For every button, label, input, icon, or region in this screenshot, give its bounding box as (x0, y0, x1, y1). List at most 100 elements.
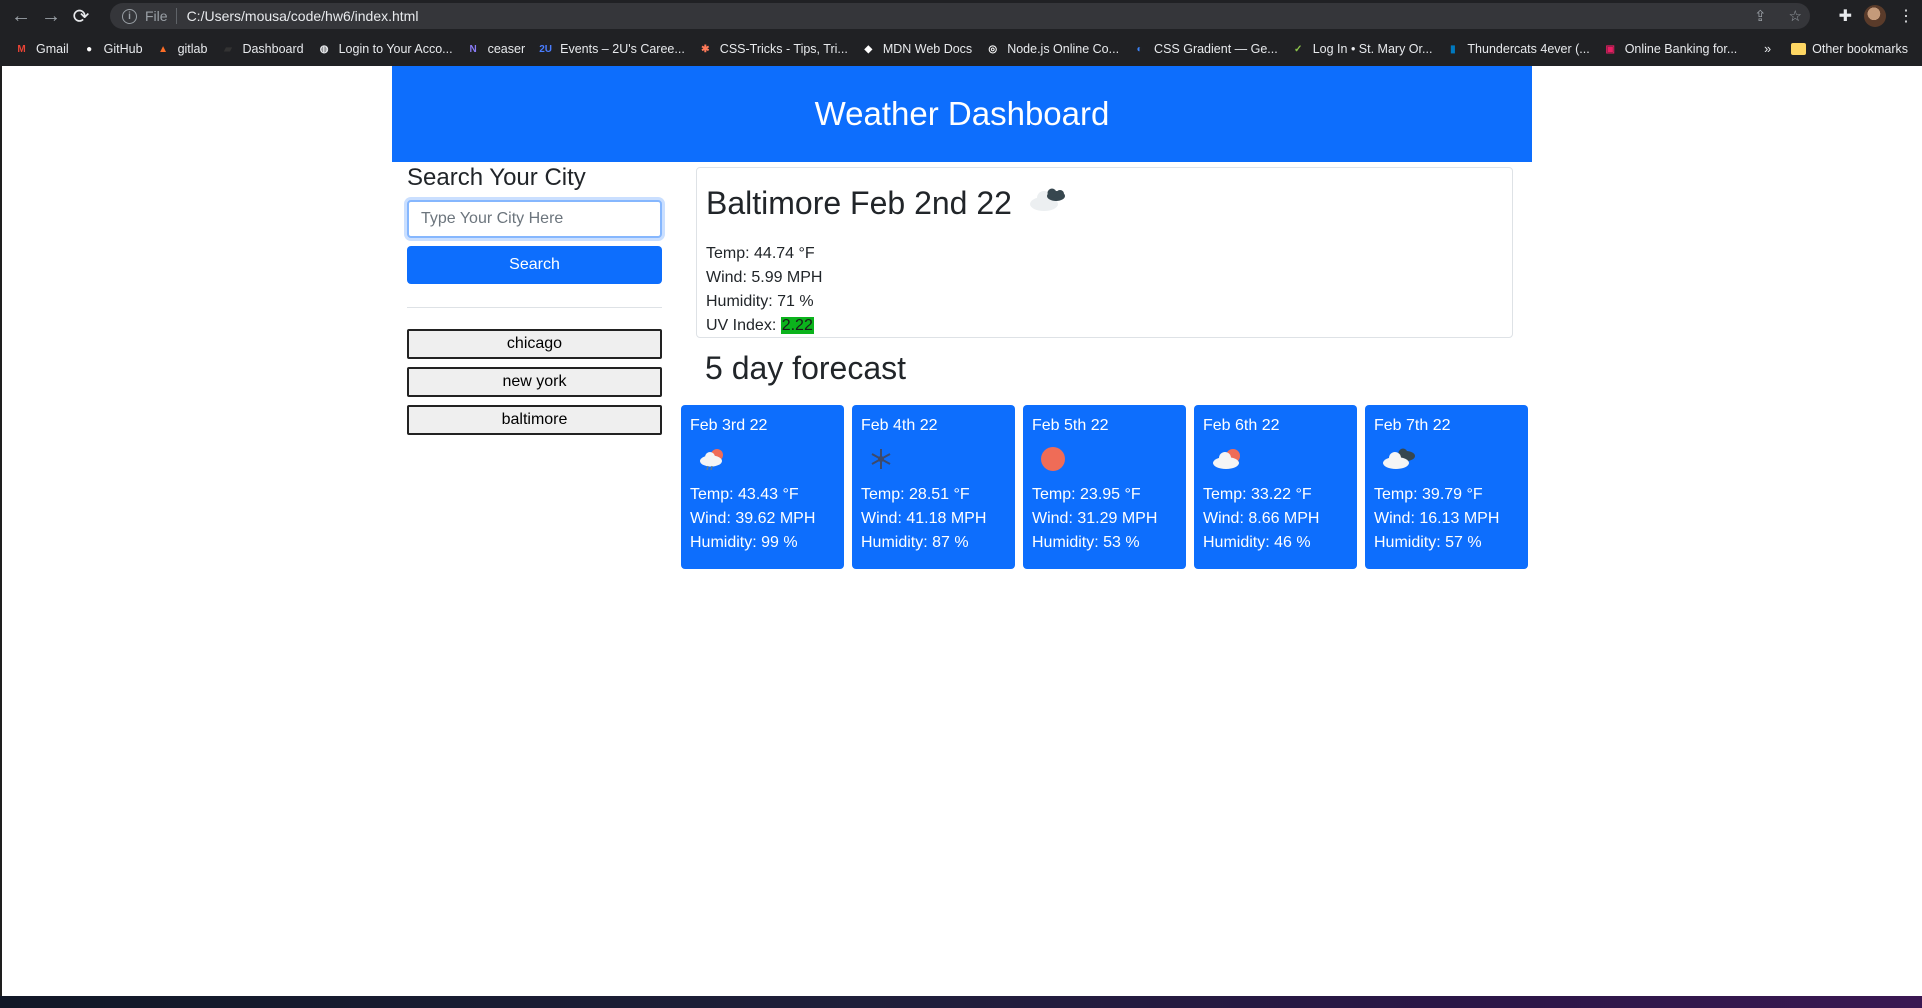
bookmark-label: Online Banking for... (1624, 42, 1738, 56)
bookmark-label: CSS Gradient — Ge... (1154, 42, 1278, 56)
forecast-date: Feb 7th 22 (1374, 417, 1451, 434)
forecast-date: Feb 4th 22 (861, 417, 938, 434)
forecast-date: Feb 5th 22 (1032, 417, 1109, 434)
url-text[interactable]: C:/Users/mousa/code/hw6/index.html (187, 8, 419, 24)
n-logo-icon: N (469, 43, 477, 55)
bookmark-item[interactable]: ▰ Dashboard (220, 42, 304, 57)
bookmark-label: GitHub (103, 42, 143, 56)
css-tricks-icon: ✱ (701, 43, 710, 55)
city-search-input[interactable] (407, 200, 662, 238)
forecast-humidity: Humidity: 53 % (1032, 534, 1140, 551)
bookmark-item[interactable]: ● GitHub (82, 42, 143, 57)
more-bookmarks-button[interactable]: » (1764, 42, 1771, 56)
share-icon[interactable]: ⇪ (1754, 7, 1767, 25)
dashboard-header: Weather Dashboard (392, 66, 1532, 162)
bookmark-item[interactable]: ◆ MDN Web Docs (861, 42, 972, 57)
history-city-button[interactable]: chicago (407, 329, 662, 359)
other-bookmarks-folder[interactable]: Other bookmarks (1791, 42, 1908, 56)
current-temp: Temp: 44.74 °F (706, 245, 815, 262)
node-icon: ◎ (988, 43, 998, 55)
sun-icon (1032, 439, 1177, 479)
omnibox-actions: ⇪ ☆ (1754, 0, 1802, 32)
forecast-card: Feb 3rd 22 Temp: 43.43 °F Wind: 39.62 MPH H… (681, 405, 844, 569)
bookmark-item[interactable]: ▣ Online Banking for... (1603, 42, 1738, 57)
forecast-stats: Temp: 28.51 °F Wind: 41.18 MPH Humidity: 8… (861, 483, 1006, 555)
address-bar[interactable]: i File C:/Users/mousa/code/hw6/index.htm… (110, 3, 1810, 29)
forward-icon[interactable]: → (36, 1, 66, 31)
bookmark-label: Gmail (36, 42, 69, 56)
back-icon[interactable]: ← (6, 1, 36, 31)
extensions-icon[interactable]: ✚ (1839, 6, 1852, 26)
folder-icon (1791, 43, 1807, 55)
forecast-date: Feb 6th 22 (1203, 417, 1280, 434)
forecast-wind: Wind: 8.66 MPH (1203, 510, 1320, 527)
bookmark-label: ceaser (487, 42, 526, 56)
forecast-wind: Wind: 39.62 MPH (690, 510, 816, 527)
current-wind: Wind: 5.99 MPH (706, 269, 823, 286)
forecast-wind: Wind: 41.18 MPH (861, 510, 987, 527)
page-border (0, 66, 2, 996)
bookmark-label: Log In • St. Mary Or... (1312, 42, 1433, 56)
search-button[interactable]: Search (407, 246, 662, 284)
bank-icon: ▣ (1605, 43, 1615, 55)
mdn-icon: ◆ (864, 43, 873, 55)
profile-avatar[interactable] (1864, 5, 1886, 27)
current-uv-row: UV Index: 2.22 (706, 314, 1503, 338)
gradient-icon: ◐ (1136, 43, 1143, 55)
current-humidity: Humidity: 71 % (706, 293, 814, 310)
browser-toolbar: ← → ⟳ i File C:/Users/mousa/code/hw6/ind… (0, 0, 1922, 32)
bookmark-label: Node.js Online Co... (1007, 42, 1120, 56)
bookmark-item[interactable]: Nceaser (466, 42, 526, 57)
gmail-icon: M (17, 43, 26, 55)
history-city-button[interactable]: new york (407, 367, 662, 397)
forecast-row: Feb 3rd 22 Temp: 43.43 °F Wind: 39.62 MPH H… (681, 405, 1528, 569)
forecast-card: Feb 4th 22 Temp: 28.51 °F Wind: 41.18 MPH H… (852, 405, 1015, 569)
history-city-button[interactable]: baltimore (407, 405, 662, 435)
forecast-card: Feb 5th 22 Temp: 23.95 °F Wind: 31.29 MPH H… (1023, 405, 1186, 569)
forecast-wind: Wind: 31.29 MPH (1032, 510, 1158, 527)
bookmark-item[interactable]: ◍ Login to Your Acco... (317, 42, 453, 57)
bookmark-item[interactable]: ▲ gitlab (156, 42, 208, 57)
uv-label: UV Index: (706, 317, 781, 334)
bookmark-label: Login to Your Acco... (338, 42, 453, 56)
github-icon: ● (86, 43, 93, 55)
current-weather-card: Baltimore Feb 2nd 22 Temp: 44.74 °F Wind… (696, 167, 1513, 338)
forecast-temp: Temp: 43.43 °F (690, 486, 799, 503)
rain-sun-icon (690, 439, 835, 479)
forecast-temp: Temp: 28.51 °F (861, 486, 970, 503)
forecast-humidity: Humidity: 99 % (690, 534, 798, 551)
forecast-stats: Temp: 43.43 °F Wind: 39.62 MPH Humidity: 9… (690, 483, 835, 555)
bookmark-item[interactable]: ◐ CSS Gradient — Ge... (1132, 42, 1278, 57)
forecast-temp: Temp: 33.22 °F (1203, 486, 1312, 503)
current-city-date: Baltimore Feb 2nd 22 (706, 184, 1012, 221)
divider (407, 307, 662, 308)
bookmark-item[interactable]: M Gmail (14, 42, 69, 57)
forecast-wind: Wind: 16.13 MPH (1374, 510, 1500, 527)
bookmark-item[interactable]: ✓ Log In • St. Mary Or... (1291, 42, 1433, 57)
2u-icon: 2U (539, 43, 553, 55)
bookmark-item[interactable]: 2U Events – 2U's Caree... (538, 42, 685, 57)
gitlab-icon: ▲ (158, 43, 169, 55)
cloudy-icon (1374, 439, 1519, 479)
bookmark-label: gitlab (177, 42, 208, 56)
current-title-row: Baltimore Feb 2nd 22 (706, 182, 1503, 224)
uv-index-badge: 2.22 (780, 317, 814, 334)
reload-icon[interactable]: ⟳ (66, 1, 96, 31)
bookmark-item[interactable]: ◎ Node.js Online Co... (985, 42, 1119, 57)
check-icon: ✓ (1294, 43, 1303, 55)
bookmark-label: MDN Web Docs (882, 42, 973, 56)
forecast-temp: Temp: 23.95 °F (1032, 486, 1141, 503)
forecast-stats: Temp: 39.79 °F Wind: 16.13 MPH Humidity: 5… (1374, 483, 1519, 555)
menu-icon[interactable]: ⋮ (1898, 6, 1914, 26)
partly-cloudy-icon (1203, 439, 1348, 479)
info-icon[interactable]: i (122, 8, 137, 24)
bookmark-item[interactable]: ▮ Thundercats 4ever (... (1445, 42, 1590, 57)
bookmark-item[interactable]: ✱ CSS-Tricks - Tips, Tri... (698, 42, 848, 57)
os-taskbar (0, 996, 1922, 1008)
forecast-humidity: Humidity: 87 % (861, 534, 969, 551)
star-icon[interactable]: ☆ (1789, 7, 1802, 25)
cloudy-icon (1028, 185, 1068, 222)
snow-icon (861, 439, 1006, 479)
trello-icon: ▮ (1450, 43, 1456, 55)
forecast-stats: Temp: 23.95 °F Wind: 31.29 MPH Humidity: 5… (1032, 483, 1177, 555)
